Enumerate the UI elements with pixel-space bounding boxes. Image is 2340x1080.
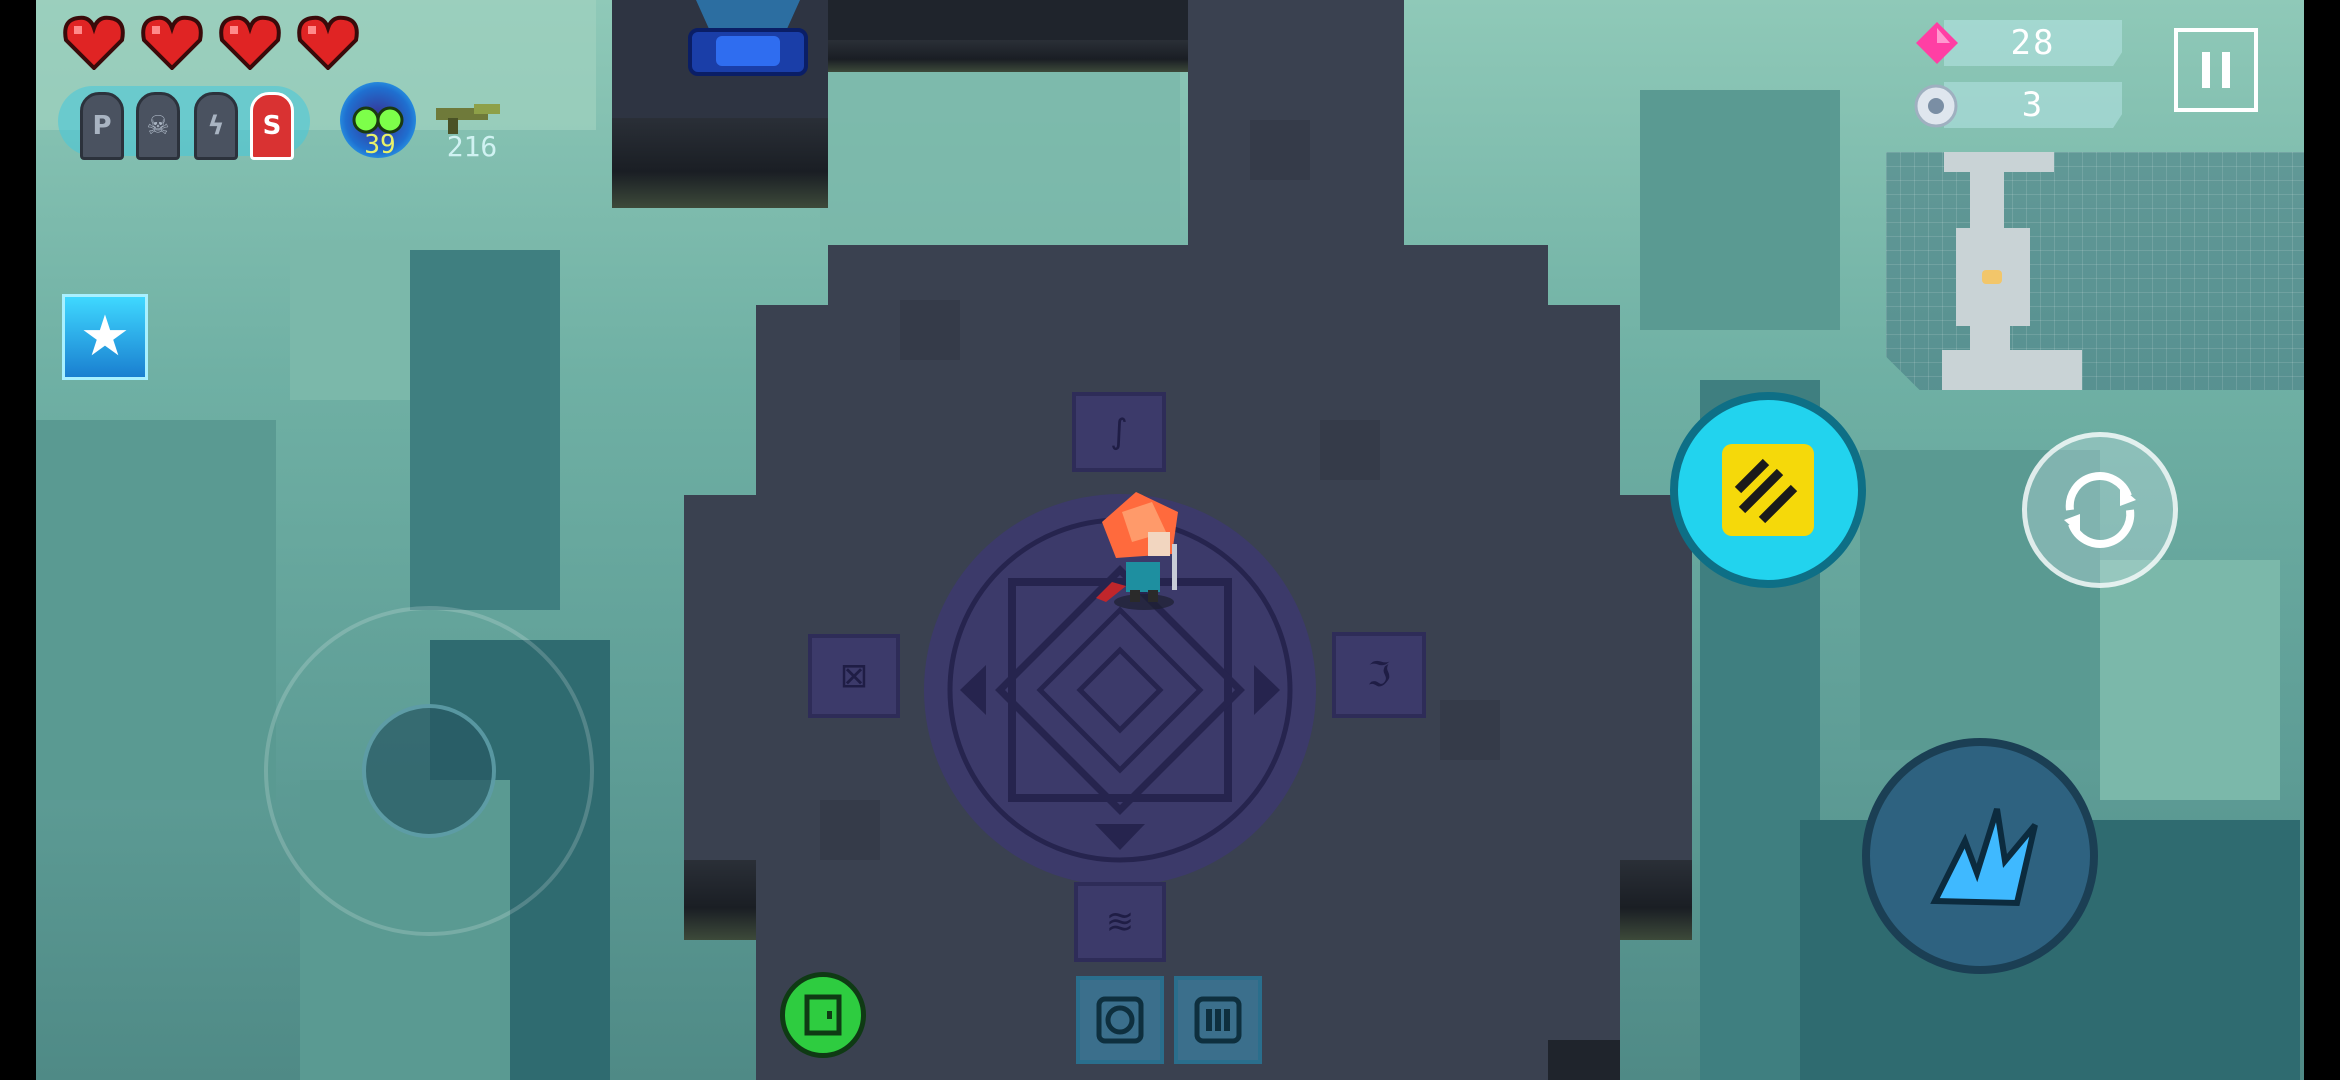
rune-stone: ≋ bbox=[1074, 882, 1166, 962]
wall bbox=[1620, 860, 1692, 940]
lightning-ammo-icon[interactable]: ϟ bbox=[194, 92, 238, 160]
item-slot-shield[interactable] bbox=[1076, 976, 1164, 1064]
pause-icon bbox=[2202, 52, 2210, 88]
pause-button[interactable] bbox=[2174, 28, 2258, 112]
token-icon bbox=[1914, 84, 1958, 128]
gem-counter: 28 bbox=[1944, 20, 2122, 66]
wall bbox=[1548, 1040, 1620, 1080]
background-block bbox=[820, 70, 1180, 250]
bullets-icon bbox=[1194, 996, 1242, 1044]
game-screen: ∫ ⊠ ℑ ≋ P ☠ ϟ S 39 216 28 3 ★ bbox=[0, 0, 2340, 1080]
minimap[interactable] bbox=[1886, 152, 2306, 390]
rune-stone: ⊠ bbox=[808, 634, 900, 718]
star-icon: ★ bbox=[79, 304, 131, 369]
joystick-knob[interactable] bbox=[362, 704, 496, 838]
minimap-corridor bbox=[1970, 172, 2004, 228]
minimap-room bbox=[1944, 152, 2054, 172]
floor-tile bbox=[1440, 700, 1500, 760]
exit-button[interactable] bbox=[780, 972, 866, 1058]
item-slot-bullets[interactable] bbox=[1174, 976, 1262, 1064]
dash-skill-icon bbox=[1722, 444, 1814, 536]
swap-weapon-icon bbox=[2064, 472, 2136, 548]
skull-ammo-icon[interactable]: ☠ bbox=[136, 92, 180, 160]
wall bbox=[828, 40, 1188, 72]
wall bbox=[828, 0, 1188, 40]
primary-weapon-count: 39 bbox=[364, 130, 396, 160]
minimap-corridor bbox=[1970, 326, 2010, 350]
exit-door-icon bbox=[804, 994, 842, 1036]
s-ammo-icon[interactable]: S bbox=[250, 92, 294, 160]
background-block bbox=[1640, 90, 1840, 330]
heart-icon bbox=[296, 14, 360, 71]
background-block bbox=[410, 250, 560, 610]
background-block bbox=[2100, 560, 2280, 800]
token-counter: 3 bbox=[1944, 82, 2122, 128]
secondary-weapon-count: 216 bbox=[446, 130, 498, 163]
gem-icon bbox=[1916, 22, 1958, 64]
floor-tile bbox=[1250, 120, 1310, 180]
p-ammo-icon[interactable]: P bbox=[80, 92, 124, 160]
floor-tile bbox=[820, 800, 880, 860]
wall bbox=[612, 118, 828, 208]
heart-icon bbox=[62, 14, 126, 71]
star-skill-button[interactable]: ★ bbox=[62, 294, 148, 380]
shield-icon bbox=[1096, 996, 1144, 1044]
heart-icon bbox=[140, 14, 204, 71]
swap-weapon-button[interactable] bbox=[2022, 432, 2178, 588]
screen-edge bbox=[0, 0, 36, 1080]
rune-stone: ∫ bbox=[1072, 392, 1166, 472]
player-character bbox=[1092, 492, 1184, 610]
screen-edge bbox=[2304, 0, 2340, 1080]
rune-stone: ℑ bbox=[1332, 632, 1426, 718]
pause-icon bbox=[2222, 52, 2230, 88]
minimap-room bbox=[1942, 350, 2082, 390]
dash-skill-button[interactable] bbox=[1670, 392, 1866, 588]
attack-button[interactable] bbox=[1862, 738, 2098, 974]
heart-icon bbox=[218, 14, 282, 71]
floor-tile bbox=[1320, 420, 1380, 480]
minimap-player-marker bbox=[1982, 270, 2002, 284]
floor-tile bbox=[900, 300, 960, 360]
teleporter-pad[interactable] bbox=[686, 0, 810, 90]
wall bbox=[684, 860, 756, 940]
background-block bbox=[36, 420, 276, 800]
claw-attack-icon bbox=[1930, 808, 2038, 907]
